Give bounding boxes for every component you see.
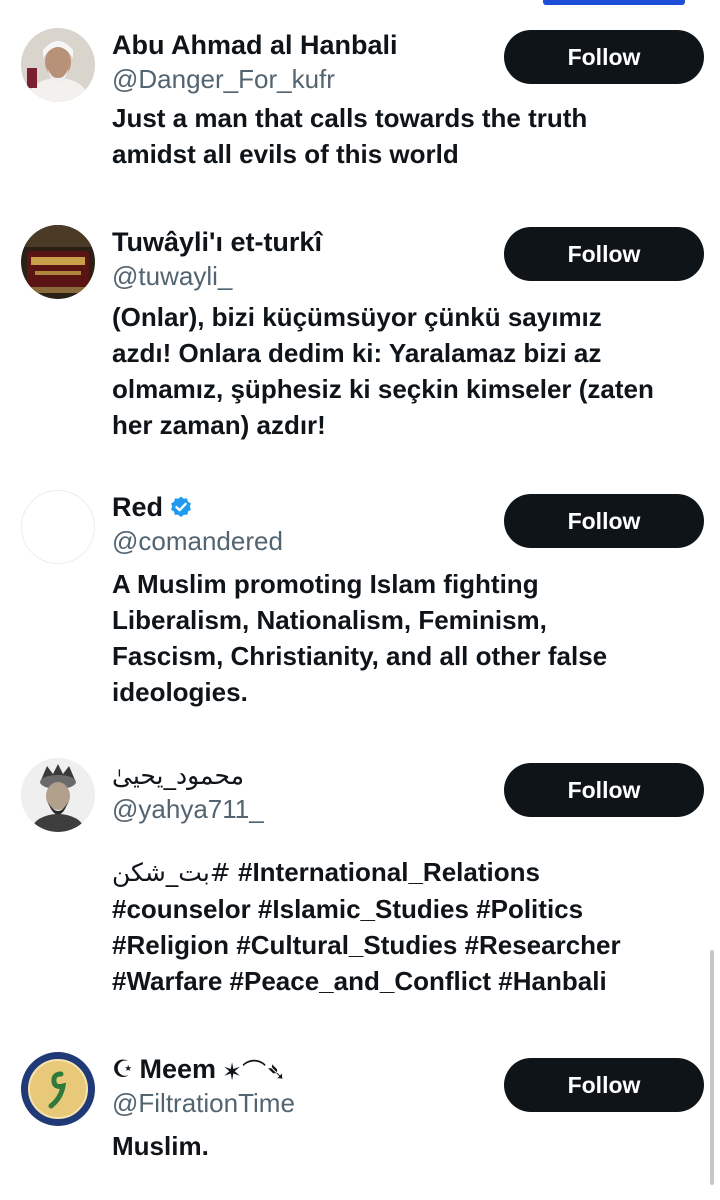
crescent-icon: ☪ [112, 1055, 134, 1083]
bio-line: (Onlar), bizi küçümsüyor çünkü sayımız [112, 302, 602, 332]
bio-line: Fascism, Christianity, and all other fal… [112, 641, 608, 671]
bio-line: her zaman) azdır! [112, 410, 326, 440]
username[interactable]: @Danger_For_kufr [112, 64, 335, 95]
display-name-text: Abu Ahmad al Hanbali [112, 29, 398, 60]
scrollbar[interactable] [710, 950, 714, 1185]
elderly-man-avatar-icon [21, 28, 95, 102]
follow-button[interactable]: Follow [504, 227, 704, 281]
avatar[interactable] [21, 490, 95, 564]
hashtag-link[interactable]: #بت_شکن [112, 858, 231, 887]
turbaned-portrait-avatar-icon [21, 758, 95, 832]
bio: A Muslim promoting Islam fighting Libera… [112, 566, 704, 710]
bio-line: ideologies. [112, 677, 248, 707]
avatar[interactable] [21, 28, 95, 102]
bio-line: Muslim. [112, 1131, 209, 1161]
follow-button[interactable]: Follow [504, 1058, 704, 1112]
bio: Muslim. [112, 1128, 704, 1164]
follow-button[interactable]: Follow [504, 763, 704, 817]
bio: (Onlar), bizi küçümsüyor çünkü sayımız a… [112, 299, 704, 443]
username[interactable]: @comandered [112, 526, 283, 557]
bio-line: A Muslim promoting Islam fighting [112, 569, 539, 599]
bio: #بت_شکن #International_Relations #counse… [112, 854, 704, 999]
avatar[interactable] [21, 1052, 95, 1126]
display-name-text: Tuwâyli'ı et-turkî [112, 226, 322, 257]
bio-line: Just a man that calls towards the truth [112, 103, 588, 133]
follow-button[interactable]: Follow [504, 494, 704, 548]
verified-badge-icon [169, 495, 193, 519]
display-name[interactable]: محمود_يحيیٰ [112, 758, 244, 792]
bio-line: #بت_شکن #International_Relations [112, 854, 704, 891]
active-tab-indicator [543, 0, 685, 5]
bio-line: #Religion #Cultural_Studies #Researcher [112, 930, 621, 960]
avatar[interactable] [21, 758, 95, 832]
blank-avatar-icon [22, 491, 94, 563]
calligraphy-emblem-avatar-icon [21, 1052, 95, 1126]
star-arc-icon: ✶⌒➴ [222, 1057, 287, 1086]
bio: Just a man that calls towards the truth … [112, 100, 704, 172]
bio-line: #counselor #Islamic_Studies #Politics [112, 894, 584, 924]
display-name[interactable]: ☪ Meem ✶⌒➴ [112, 1052, 286, 1086]
bio-line: #Warfare #Peace_and_Conflict #Hanbali [112, 966, 607, 996]
book-avatar-icon [21, 225, 95, 299]
avatar[interactable] [21, 225, 95, 299]
display-name[interactable]: Red [112, 490, 193, 524]
display-name-text: محمود_يحيیٰ [112, 760, 245, 790]
display-name[interactable]: Abu Ahmad al Hanbali [112, 28, 398, 62]
bio-line: Liberalism, Nationalism, Feminism, [112, 605, 547, 635]
display-name-text: Meem [139, 1053, 217, 1084]
display-name[interactable]: Tuwâyli'ı et-turkî [112, 225, 322, 259]
username[interactable]: @tuwayli_ [112, 261, 232, 292]
bio-line: amidst all evils of this world [112, 139, 459, 169]
username[interactable]: @yahya711_ [112, 794, 264, 825]
username[interactable]: @FiltrationTime [112, 1088, 295, 1119]
bio-line: azdı! Onlara dedim ki: Yaralamaz bizi az [112, 338, 602, 368]
hashtag-link[interactable]: #International_Relations [238, 857, 540, 887]
bio-line: olmamız, şüphesiz ki seçkin kimseler (za… [112, 374, 654, 404]
display-name-text: Red [112, 491, 164, 522]
follow-button[interactable]: Follow [504, 30, 704, 84]
